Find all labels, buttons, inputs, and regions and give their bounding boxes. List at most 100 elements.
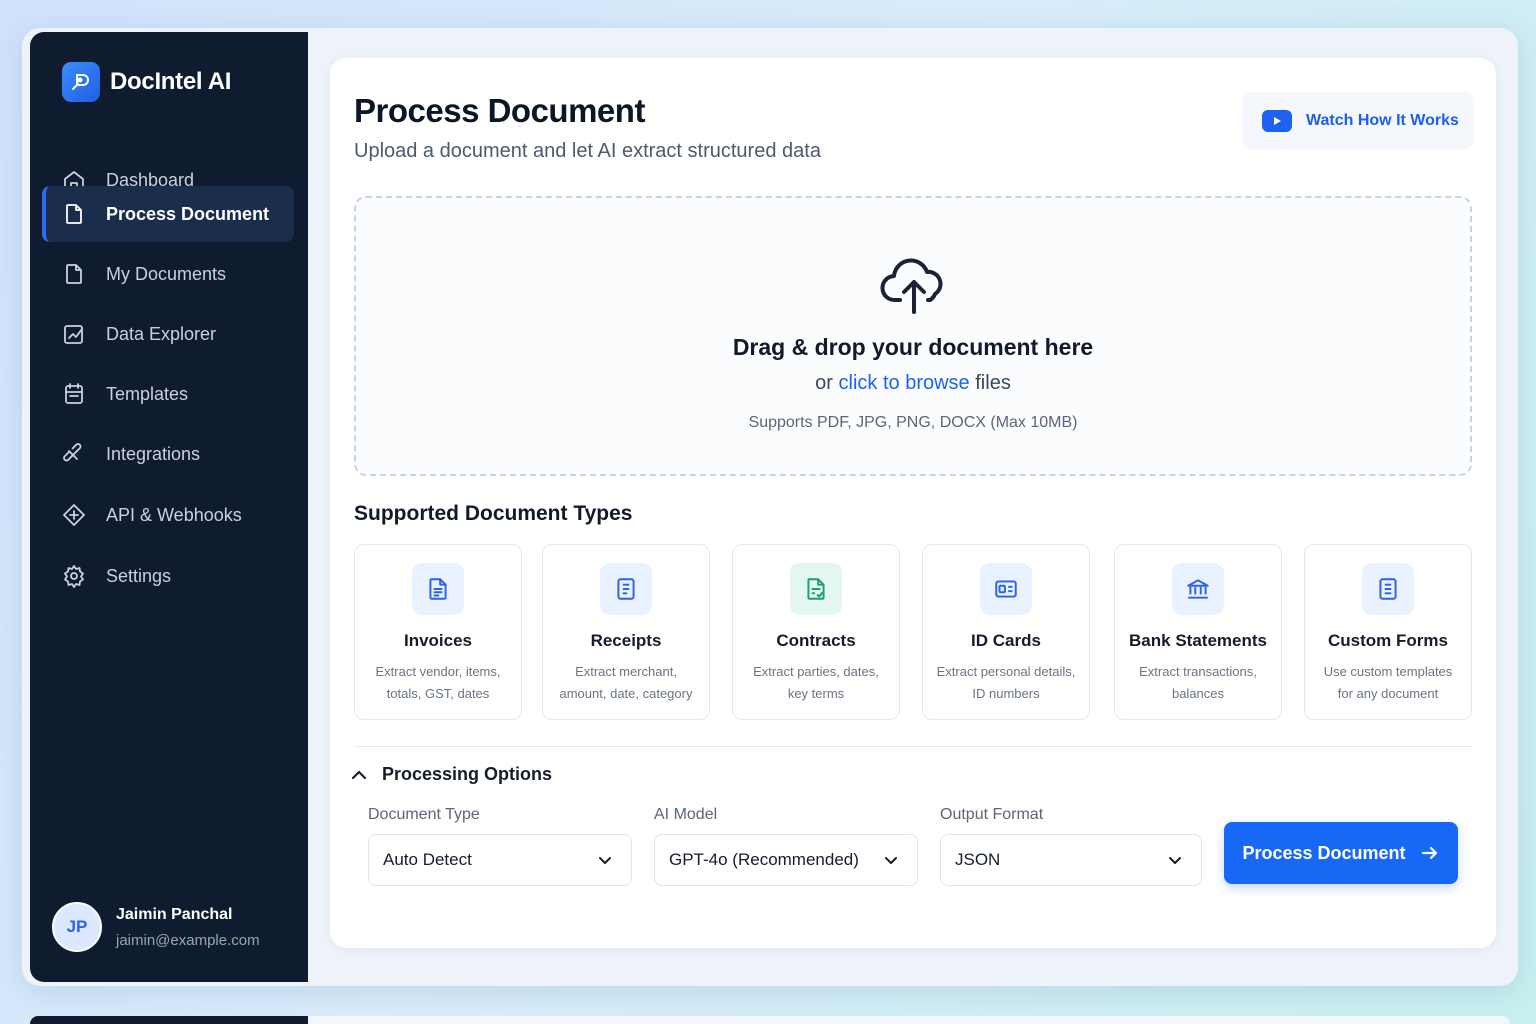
supported-formats-note: Supports PDF, JPG, PNG, DOCX (Max 10MB) [748,414,1078,431]
sidebar-item-process-document[interactable]: Process Document [42,186,294,242]
output-format-select[interactable]: JSON [940,834,1202,886]
arrow-right-icon [1421,846,1437,860]
doc-type-desc-line: Extract parties, dates, [753,664,879,679]
output-format-label: Output Format [940,806,1044,823]
doc-type-name: Custom Forms [1328,631,1448,650]
dropzone-prefix: or [815,372,833,394]
doc-type-desc-line: Extract personal details, [936,664,1076,679]
gear-icon [64,565,84,588]
process-document-button[interactable]: Process Document [1224,822,1458,884]
sidebar-item-data-explorer[interactable]: Data Explorer [44,306,294,362]
file-icon [66,264,82,284]
template-icon [65,383,83,404]
doc-type-desc-line: Extract merchant, [575,664,677,679]
doc-type-description: Use custom templates for any document [1305,661,1471,705]
output-format-value: JSON [955,850,1001,869]
ai-model-label: AI Model [654,806,718,823]
doc-type-desc-line: Extract transactions, [1139,664,1257,679]
user-email: jaimin@example.com [116,931,260,949]
user-name: Jaimin Panchal [116,905,233,923]
doc-type-invoices-card[interactable]: Invoices Extract vendor, items, totals, … [354,544,522,720]
receipt-icon [600,563,652,615]
dropzone-suffix: files [975,372,1011,394]
chevron-up-icon [351,770,367,779]
doc-type-description: Extract parties, dates, key terms [733,661,899,705]
sidebar-item-label: Process Document [106,203,270,224]
watch-label: Watch How It Works [1306,112,1459,129]
chevron-down-icon [1169,857,1181,864]
dropzone-title: Drag & drop your document here [732,334,1094,360]
brand[interactable]: DocIntel AI [62,62,231,102]
sidebar-item-label: Data Explorer [106,323,217,344]
doc-type-description: Extract vendor, items, totals, GST, date… [355,661,521,705]
doc-type-bank-statements-card[interactable]: Bank Statements Extract transactions, ba… [1114,544,1282,720]
sidebar-item-api-webhooks[interactable]: API & Webhooks [44,487,294,543]
chevron-down-icon [885,857,897,864]
upload-dropzone[interactable]: Drag & drop your document here or click … [354,196,1472,476]
browse-files-link[interactable]: click to browse [839,372,970,394]
id-card-icon [980,563,1032,615]
doc-type-contracts-card[interactable]: Contracts Extract parties, dates, key te… [732,544,900,720]
chart-edit-icon [64,325,83,344]
processing-options-title: Processing Options [382,764,553,784]
doc-type-desc-line: Use custom templates [1323,664,1453,679]
document-type-select[interactable]: Auto Detect [368,834,632,886]
doc-type-name: ID Cards [971,631,1041,650]
brand-name: DocIntel AI [110,68,232,95]
document-type-label: Document Type [368,806,480,823]
processing-options-toggle[interactable]: Processing Options [350,764,552,785]
ai-model-select[interactable]: GPT-4o (Recommended) [654,834,918,886]
user-profile[interactable]: JP Jaimin Panchal jaimin@example.com [52,902,260,952]
doc-type-desc-line: amount, date, category [559,686,693,701]
page-title: Process Document [354,92,645,129]
background-window-edge [30,1016,1510,1024]
doc-type-name: Contracts [776,631,856,650]
page-subtitle: Upload a document and let AI extract str… [354,140,821,162]
doc-type-name: Receipts [590,631,662,650]
doc-type-desc-line: Extract vendor, items, [375,664,501,679]
doc-type-receipts-card[interactable]: Receipts Extract merchant, amount, date,… [542,544,710,720]
doc-type-desc-line: for any document [1337,686,1439,701]
sidebar-item-my-documents[interactable]: My Documents [44,246,294,302]
doc-type-id-cards-card[interactable]: ID Cards Extract personal details, ID nu… [922,544,1090,720]
process-button-label: Process Document [1242,842,1406,863]
chevron-down-icon [599,857,611,864]
document-type-value: Auto Detect [383,850,472,869]
main-panel: Process Document Upload a document and l… [330,58,1496,948]
ai-model-value: GPT-4o (Recommended) [669,850,859,869]
invoice-icon [412,563,464,615]
sidebar-item-label: Templates [106,383,189,404]
bank-icon [1172,563,1224,615]
sidebar-item-settings[interactable]: Settings [44,548,294,604]
document-types-grid: Invoices Extract vendor, items, totals, … [354,544,1474,720]
cloud-upload-icon [880,258,943,314]
doc-type-desc-line: totals, GST, dates [386,686,490,701]
sidebar-item-label: Integrations [106,443,201,464]
plug-icon [63,443,82,462]
sidebar-item-templates[interactable]: Templates [44,366,294,422]
doc-type-custom-forms-card[interactable]: Custom Forms Use custom templates for an… [1304,544,1472,720]
doc-type-desc-line: key terms [787,686,845,701]
doc-type-description: Extract transactions, balances [1115,661,1281,705]
doc-type-name: Invoices [403,631,473,650]
document-icon [66,204,82,224]
section-divider [354,746,1472,747]
sidebar-item-label: Settings [106,565,172,586]
doc-type-name: Bank Statements [1129,631,1267,650]
sidebar-item-label: API & Webhooks [106,504,242,525]
webhook-icon [63,504,85,526]
brand-logo-icon [62,62,100,102]
avatar: JP [52,902,102,952]
contract-icon [790,563,842,615]
doc-type-desc-line: balances [1171,686,1225,701]
sidebar-item-label: My Documents [106,263,227,284]
sidebar-item-integrations[interactable]: Integrations [44,426,294,482]
doc-type-description: Extract personal details, ID numbers [923,661,1089,705]
form-icon [1362,563,1414,615]
doc-type-description: Extract merchant, amount, date, category [543,661,709,705]
doc-type-desc-line: ID numbers [972,686,1040,701]
play-icon [1262,110,1292,132]
background-window-sidebar-edge [30,1016,308,1024]
sidebar: DocIntel AI Dashboard Process Document M… [30,32,308,982]
watch-how-it-works-button[interactable]: Watch How It Works [1242,92,1474,150]
